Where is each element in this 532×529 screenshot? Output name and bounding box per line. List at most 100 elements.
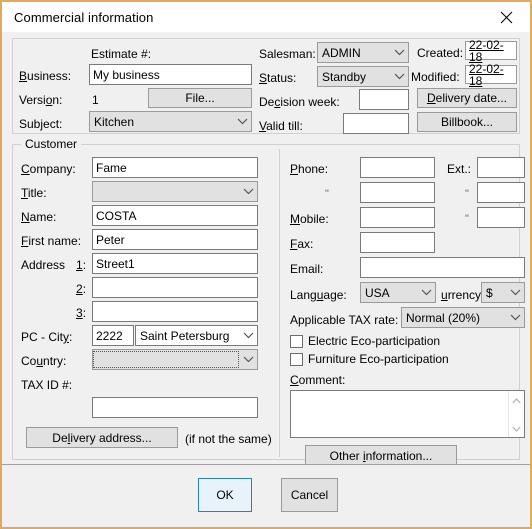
language-combo[interactable]: USA xyxy=(360,282,436,303)
comment-scrollbar[interactable] xyxy=(508,391,524,437)
estimate-label: Estimate #: xyxy=(91,47,152,61)
name-label: Name: xyxy=(21,210,57,224)
modified-value-text: 22-02-18 xyxy=(469,61,504,88)
salesman-value: ADMIN xyxy=(322,45,361,60)
decision-week-input[interactable] xyxy=(359,89,409,110)
mobile-input[interactable] xyxy=(360,207,435,228)
ext-repeat-label-2: " xyxy=(465,188,469,200)
mobile-label: Mobile: xyxy=(290,212,329,226)
first-name-label: First name: xyxy=(21,234,82,248)
chevron-down-icon xyxy=(239,332,257,339)
other-information-button-label: Other information... xyxy=(329,448,433,463)
pc-input[interactable] xyxy=(92,325,134,346)
scroll-down-icon[interactable] xyxy=(512,421,521,435)
tax-rate-value: Normal (20%) xyxy=(406,310,481,325)
delivery-address-hint: (if not the same) xyxy=(185,432,272,446)
other-information-button[interactable]: Other information... xyxy=(305,445,457,466)
language-value: USA xyxy=(365,285,390,300)
ext-2-input[interactable] xyxy=(477,182,525,203)
pc-city-label: PC - City: xyxy=(21,330,73,344)
company-label: Company: xyxy=(21,162,76,176)
valid-till-label: Valid till: xyxy=(259,119,303,133)
valid-till-input[interactable] xyxy=(343,113,409,134)
comment-label: Comment: xyxy=(290,373,346,387)
billbook-button[interactable]: Billbook... xyxy=(417,112,517,132)
tax-id-input[interactable] xyxy=(92,397,258,418)
furniture-eco-checkbox[interactable]: Furniture Eco-participation xyxy=(290,352,449,366)
billbook-button-label: Billbook... xyxy=(440,115,494,129)
comment-textarea[interactable] xyxy=(290,390,525,438)
tax-rate-combo[interactable]: Normal (20%) xyxy=(401,307,525,328)
fax-label: Fax: xyxy=(290,237,314,251)
chevron-down-icon xyxy=(506,314,524,321)
ext-repeat-label-3: " xyxy=(465,213,469,225)
version-label: Version: xyxy=(19,93,63,107)
business-input[interactable] xyxy=(89,64,252,85)
chevron-down-icon xyxy=(390,73,408,80)
country-label: Country: xyxy=(21,354,67,368)
phone-label: Phone: xyxy=(290,162,329,176)
version-value: 1 xyxy=(92,93,99,107)
customer-legend: Customer xyxy=(21,137,82,151)
currency-value: $ xyxy=(486,285,493,300)
salesman-combo[interactable]: ADMIN xyxy=(317,42,409,63)
city-combo[interactable]: Saint Petersburg xyxy=(135,325,258,346)
address-3-input[interactable] xyxy=(92,301,258,322)
created-value: 22-02-18 xyxy=(465,37,517,64)
email-label: Email: xyxy=(290,262,324,276)
currency-combo[interactable]: $ xyxy=(481,282,525,303)
phone-2-input[interactable] xyxy=(360,182,435,203)
title-label: Title: xyxy=(21,186,47,200)
name-input[interactable] xyxy=(92,205,258,226)
salesman-label: Salesman: xyxy=(259,47,316,61)
cancel-button[interactable]: Cancel xyxy=(281,478,338,512)
tax-rate-label: Applicable TAX rate: xyxy=(290,313,399,327)
chevron-down-icon xyxy=(417,289,435,296)
city-value: Saint Petersburg xyxy=(140,328,230,343)
dialog-footer: OK Cancel xyxy=(2,464,530,527)
title-combo[interactable] xyxy=(92,181,258,202)
language-label: Language: xyxy=(290,288,347,302)
chevron-down-icon xyxy=(506,289,524,296)
ok-button[interactable]: OK xyxy=(198,478,252,512)
first-name-input[interactable] xyxy=(92,229,258,250)
address-2-input[interactable] xyxy=(92,277,258,298)
file-button[interactable]: File... xyxy=(148,88,252,108)
checkbox-icon xyxy=(290,334,303,348)
delivery-date-button-label: Delivery date... xyxy=(426,91,508,105)
window-title: Commercial information xyxy=(14,9,154,25)
address-2-label: 2: xyxy=(76,282,87,296)
business-label: Business: xyxy=(19,69,72,83)
address-label: Address xyxy=(21,258,66,272)
customer-groupbox: Customer Company: Title: Name: First nam… xyxy=(12,137,525,466)
created-label: Created: xyxy=(417,46,464,60)
header-groupbox: Estimate #: Business: Version: 1 File...… xyxy=(12,38,520,134)
address-1-input[interactable] xyxy=(92,253,258,274)
created-value-text: 22-02-18 xyxy=(469,37,504,64)
dialog-window: Commercial information Estimate #: Busin… xyxy=(0,0,532,529)
ext-input[interactable] xyxy=(477,157,525,178)
email-input[interactable] xyxy=(360,257,525,278)
subject-value: Kitchen xyxy=(94,114,135,129)
address-1-label: 1: xyxy=(76,258,87,272)
country-combo[interactable] xyxy=(92,349,258,370)
close-button[interactable] xyxy=(486,2,526,32)
subject-label: Subject: xyxy=(19,117,63,131)
tax-id-label: TAX ID #: xyxy=(21,378,73,392)
checkbox-icon xyxy=(290,352,303,366)
company-input[interactable] xyxy=(92,157,258,178)
furniture-eco-label: Furniture Eco-participation xyxy=(308,352,449,366)
column-divider xyxy=(279,149,280,457)
phone-input[interactable] xyxy=(360,157,435,178)
delivery-address-button[interactable]: Delivery address... xyxy=(26,427,178,448)
delivery-date-button[interactable]: Delivery date... xyxy=(417,88,517,108)
ext-3-input[interactable] xyxy=(477,207,525,228)
status-combo[interactable]: Standby xyxy=(317,66,409,87)
fax-input[interactable] xyxy=(360,232,435,253)
subject-combo[interactable]: Kitchen xyxy=(89,111,252,132)
scroll-up-icon[interactable] xyxy=(512,393,521,407)
electric-eco-checkbox[interactable]: Electric Eco-participation xyxy=(290,334,440,348)
status-value: Standby xyxy=(322,69,367,84)
country-value xyxy=(93,351,239,368)
electric-eco-label: Electric Eco-participation xyxy=(308,334,441,348)
